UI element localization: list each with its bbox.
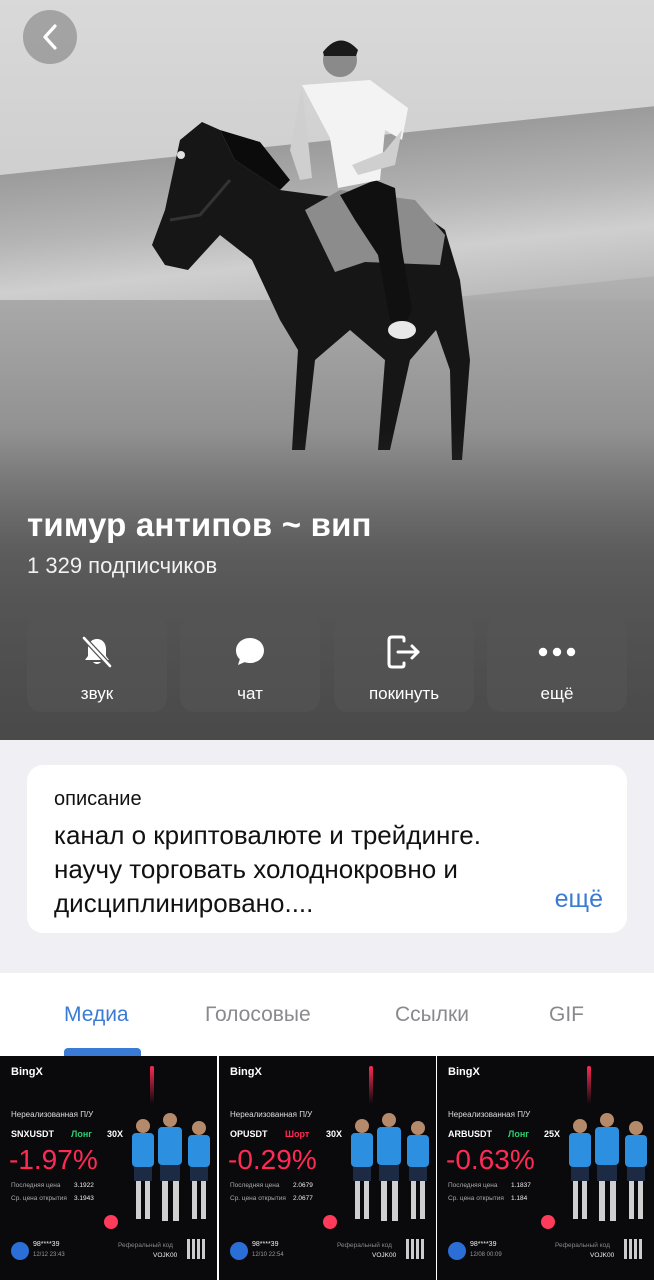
description-card: описание канал о криптовалюте и трейдинг…: [27, 765, 627, 933]
description-line: научу торговать холоднокровно и: [54, 854, 458, 884]
open-price-value: 2.0677: [293, 1195, 313, 1202]
players-image: [569, 1113, 647, 1221]
last-price-label: Последняя цена: [230, 1182, 280, 1189]
media-tabs: Медиа Голосовые Ссылки GIF: [0, 973, 654, 1056]
description-label: описание: [54, 788, 142, 810]
bell-slash-icon: [82, 636, 112, 668]
description-line: дисциплинировано....: [54, 888, 314, 918]
qr-code-icon: [187, 1239, 207, 1259]
decor-glow: [150, 1066, 154, 1104]
channel-title: тимур антипов ~ вип: [27, 506, 372, 543]
action-bar: звук чат покинуть ещё: [27, 616, 627, 712]
last-price-value: 3.1922: [74, 1182, 94, 1189]
trading-pair: SNXUSDT: [11, 1129, 55, 1139]
user-id: 98****39: [33, 1241, 60, 1248]
subscriber-count: 1 329 подписчиков: [27, 553, 218, 578]
description-more-link[interactable]: ещё: [555, 885, 603, 914]
chevron-left-icon: [43, 24, 57, 50]
referral-code: VOJK00: [372, 1252, 397, 1259]
user-avatar: [11, 1242, 29, 1260]
chat-bubble-icon: [236, 638, 264, 665]
decor-dot: [323, 1215, 337, 1229]
decor-glow: [587, 1066, 591, 1104]
media-tile[interactable]: BingX Нереализованная П/У OPUSDT Шорт 30…: [219, 1056, 436, 1280]
description-line: канал о криптовалюте и трейдинге.: [54, 820, 481, 850]
chat-label: чат: [237, 684, 263, 703]
tab-links[interactable]: Ссылки: [395, 1003, 469, 1027]
trading-pair: OPUSDT: [230, 1129, 268, 1139]
leverage: 30X: [326, 1129, 343, 1139]
share-date: 12/12 23:43: [33, 1252, 65, 1258]
tab-media[interactable]: Медиа: [64, 1003, 129, 1027]
position-side: Лонг: [71, 1129, 92, 1139]
more-label: ещё: [540, 684, 574, 703]
pnl-title: Нереализованная П/У: [230, 1110, 313, 1119]
share-date: 12/10 22:54: [252, 1252, 284, 1258]
tab-voice[interactable]: Голосовые: [205, 1003, 311, 1027]
last-price-value: 1.1837: [511, 1182, 531, 1189]
pnl-percent: -1.97%: [9, 1144, 98, 1175]
open-price-label: Ср. цена открытия: [11, 1195, 67, 1202]
pnl-percent: -0.29%: [228, 1144, 317, 1175]
media-grid: BingX Нереализованная П/У SNXUSDT Лонг 3…: [0, 1056, 654, 1280]
open-price-label: Ср. цена открытия: [448, 1195, 504, 1202]
players-image: [132, 1113, 210, 1221]
leave-label: покинуть: [368, 684, 440, 703]
leave-icon: [387, 635, 420, 669]
open-price-value: 1.184: [511, 1195, 528, 1202]
pnl-title: Нереализованная П/У: [11, 1110, 94, 1119]
last-price-label: Последняя цена: [11, 1182, 61, 1189]
media-tile[interactable]: BingX Нереализованная П/У ARBUSDT Лонг 2…: [437, 1056, 654, 1280]
brand-logo-text: BingX: [11, 1066, 43, 1078]
pnl-title: Нереализованная П/У: [448, 1110, 531, 1119]
last-price-label: Последняя цена: [448, 1182, 498, 1189]
user-id: 98****39: [252, 1241, 279, 1248]
open-price-value: 3.1943: [74, 1195, 94, 1202]
leverage: 25X: [544, 1129, 561, 1139]
brand-logo-text: BingX: [230, 1066, 262, 1078]
trading-pair: ARBUSDT: [448, 1129, 492, 1139]
referral-code: VOJK00: [590, 1252, 615, 1259]
description-text: канал о криптовалюте и трейдинге. научу …: [54, 818, 554, 920]
decor-glow: [369, 1066, 373, 1104]
share-date: 12/08 00:09: [470, 1252, 502, 1258]
qr-code-icon: [406, 1239, 426, 1259]
players-image: [351, 1113, 429, 1221]
user-id: 98****39: [470, 1241, 497, 1248]
referral-label: Реферальный код: [337, 1242, 392, 1249]
brand-logo-text: BingX: [448, 1066, 480, 1078]
open-price-label: Ср. цена открытия: [230, 1195, 286, 1202]
channel-header: тимур антипов ~ вип 1 329 подписчиков зв…: [0, 0, 654, 740]
active-tab-indicator: [64, 1048, 141, 1056]
leave-button[interactable]: покинуть: [334, 616, 474, 712]
position-side: Шорт: [285, 1129, 310, 1139]
user-avatar: [230, 1242, 248, 1260]
referral-label: Реферальный код: [555, 1242, 610, 1249]
pnl-percent: -0.63%: [446, 1144, 535, 1175]
leverage: 30X: [107, 1129, 124, 1139]
referral-code: VOJK00: [153, 1252, 178, 1259]
mute-label: звук: [80, 684, 114, 703]
user-avatar: [448, 1242, 466, 1260]
position-side: Лонг: [508, 1129, 529, 1139]
decor-dot: [104, 1215, 118, 1229]
profile-photo: [152, 40, 470, 460]
tab-gif[interactable]: GIF: [549, 1003, 584, 1027]
chat-button[interactable]: чат: [180, 616, 320, 712]
mute-button[interactable]: звук: [27, 616, 167, 712]
more-button[interactable]: ещё: [487, 616, 627, 712]
last-price-value: 2.0679: [293, 1182, 313, 1189]
decor-dot: [541, 1215, 555, 1229]
referral-label: Реферальный код: [118, 1242, 173, 1249]
media-tile[interactable]: BingX Нереализованная П/У SNXUSDT Лонг 3…: [0, 1056, 217, 1280]
more-dots-icon: [538, 647, 576, 657]
back-button[interactable]: [23, 10, 77, 64]
qr-code-icon: [624, 1239, 644, 1259]
